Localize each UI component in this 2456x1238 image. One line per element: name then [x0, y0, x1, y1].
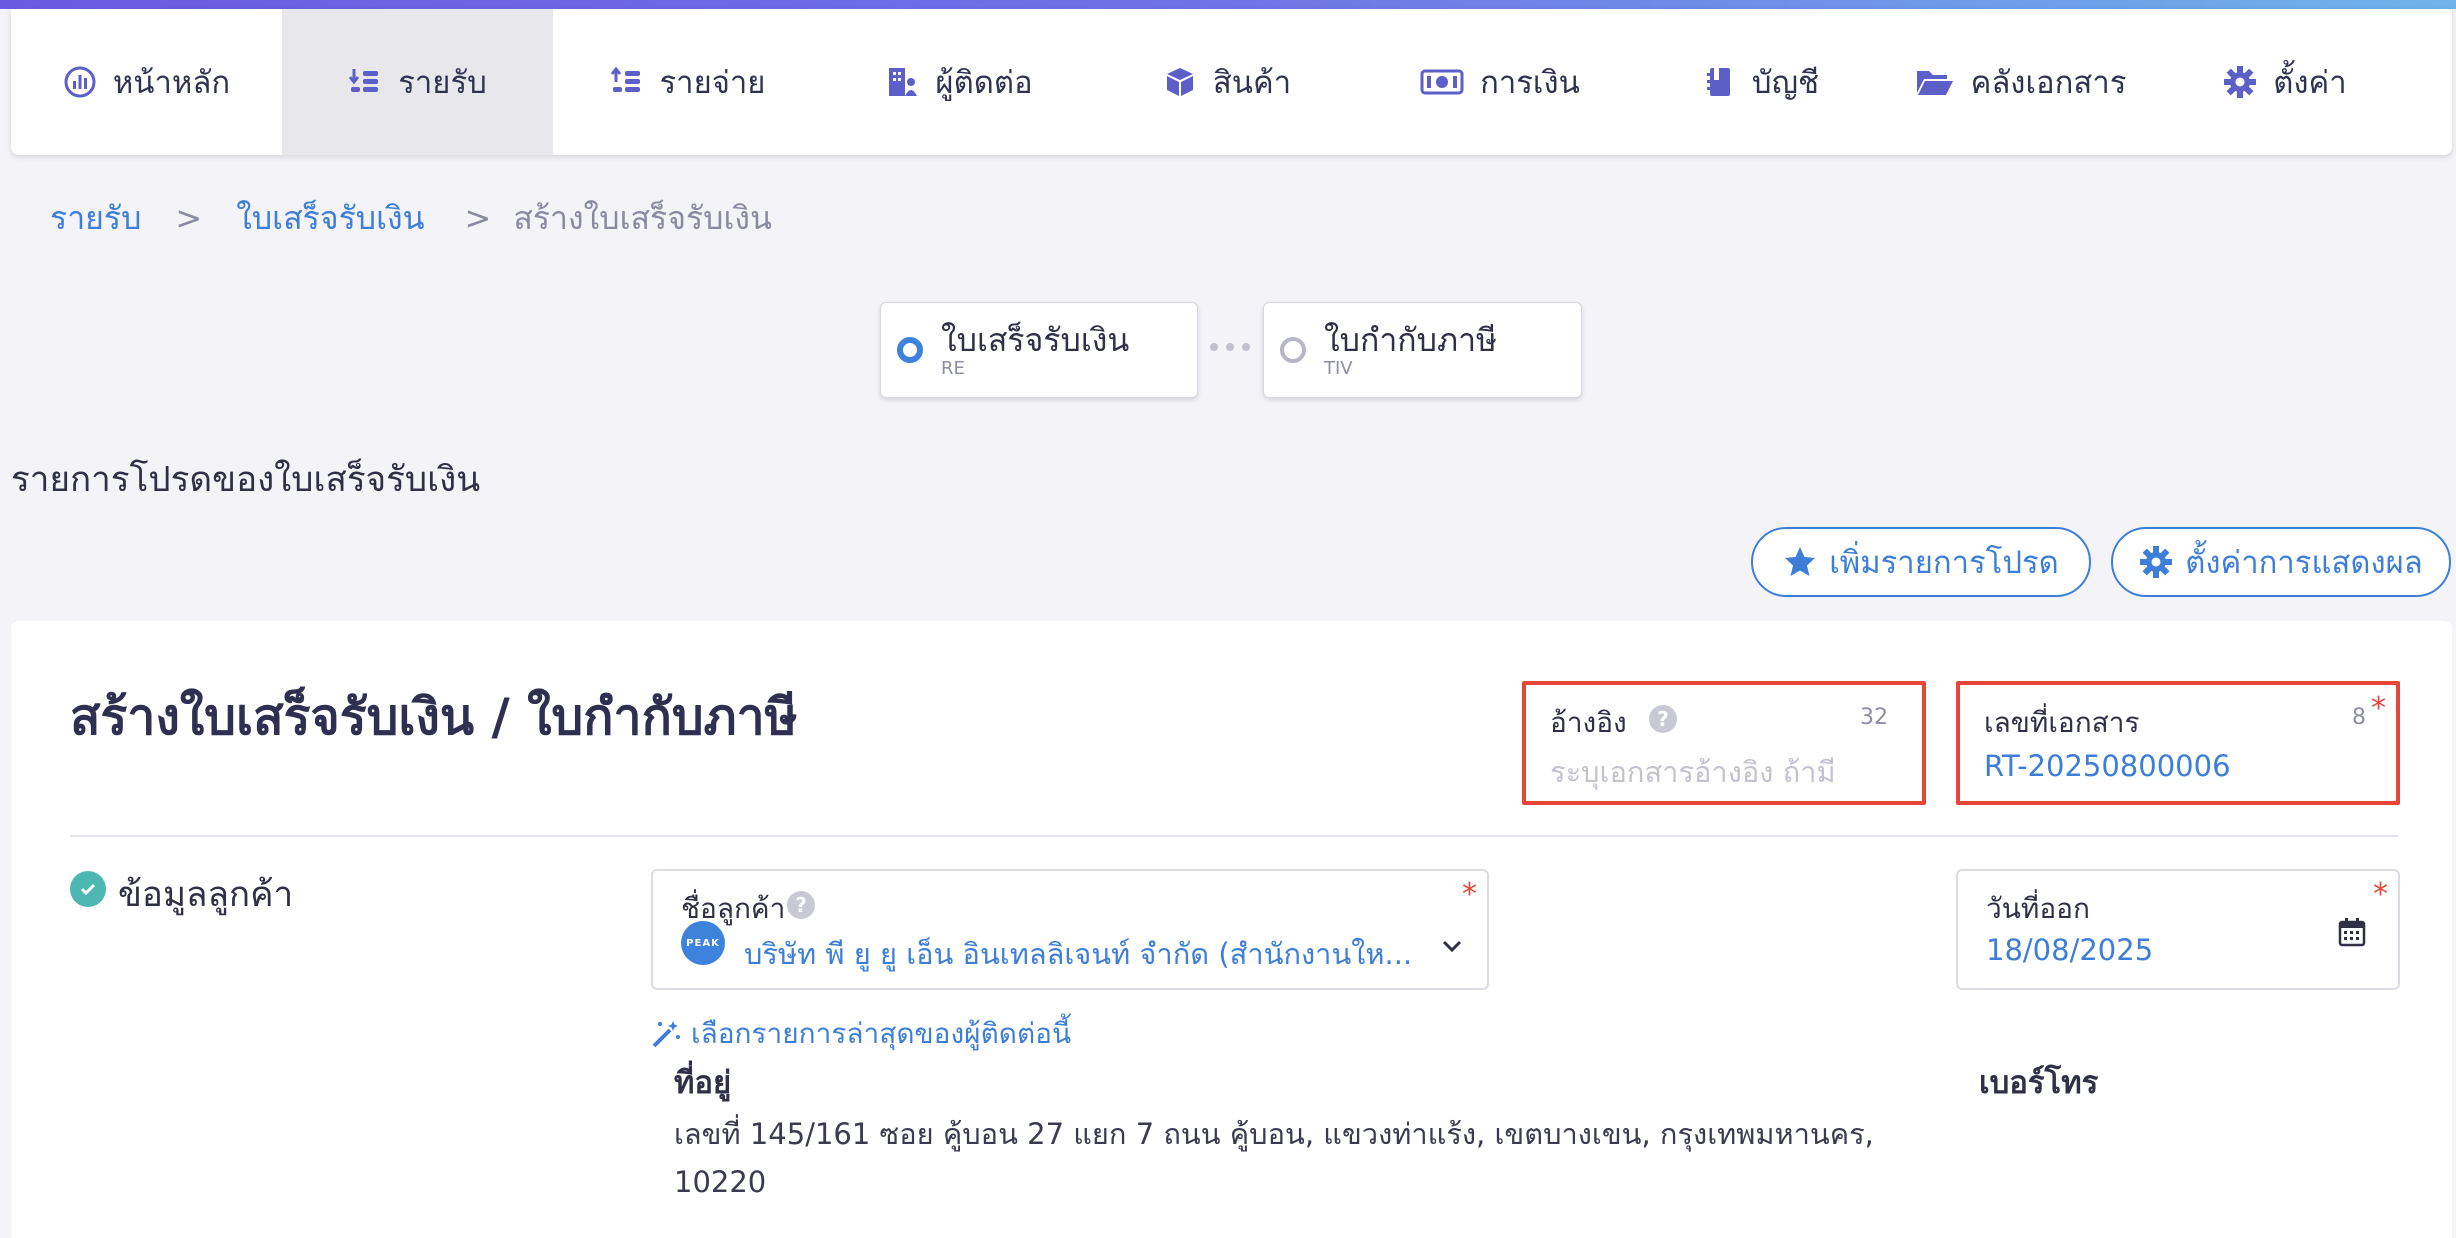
nav-item-label: รายจ่าย	[659, 65, 766, 101]
address-line-2: 10220	[674, 1165, 767, 1199]
breadcrumb: รายรับ > ใบเสร็จรับเงิน > สร้างใบเสร็จรั…	[50, 196, 772, 240]
issue-date-field[interactable]: วันที่ออก * 18/08/2025	[1956, 869, 2400, 990]
doc-step-name: ใบเสร็จรับเงิน	[941, 321, 1130, 359]
document-number-label: เลขที่เอกสาร	[1984, 706, 2140, 739]
favorites-title: รายการโปรดของใบเสร็จรับเงิน	[11, 460, 481, 500]
nav-item-expense[interactable]: รายจ่าย	[553, 9, 822, 155]
nav-item-label: สินค้า	[1212, 65, 1292, 101]
radio-selected-icon	[897, 337, 923, 363]
display-settings-label: ตั้งค่าการแสดงผล	[2185, 545, 2423, 581]
check-circle-icon	[70, 871, 106, 907]
nav-item-documents[interactable]: คลังเอกสาร	[1879, 9, 2162, 155]
breadcrumb-current: สร้างใบเสร็จรับเงิน	[513, 198, 772, 237]
doc-step-name: ใบกำกับภาษี	[1324, 321, 1498, 359]
customer-section-title: ข้อมูลลูกค้า	[118, 875, 294, 915]
reference-field[interactable]: อ้างอิง ? 32 ระบุเอกสารอ้างอิง ถ้ามี	[1522, 681, 1926, 805]
customer-name-field[interactable]: ชื่อลูกค้า ? * PEAK บริษัท พี ยู ยู เอ็น…	[651, 869, 1489, 990]
dashboard-gauge-icon	[63, 65, 97, 99]
expense-coins-icon	[610, 65, 644, 99]
doc-step-code: RE	[941, 358, 965, 379]
contacts-building-icon	[885, 65, 919, 99]
address-label: ที่อยู่	[674, 1065, 732, 1101]
nav-item-finance[interactable]: การเงิน	[1358, 9, 1642, 155]
breadcrumb-separator: >	[175, 199, 203, 237]
nav-item-label: ตั้งค่า	[2273, 65, 2347, 101]
nav-item-label: การเงิน	[1480, 65, 1580, 101]
nav-item-settings[interactable]: ตั้งค่า	[2162, 9, 2408, 155]
step-connector-dots	[1210, 343, 1250, 351]
breadcrumb-income[interactable]: รายรับ	[50, 193, 141, 244]
nav-item-label: บัญชี	[1751, 65, 1820, 101]
gear-icon	[2223, 65, 2257, 99]
help-icon[interactable]: ?	[1649, 705, 1677, 733]
chevron-down-icon[interactable]	[1439, 933, 1465, 959]
main-navbar: หน้าหลัก รายรับ รายจ่าย ผู้ติดต่อ สินค้า…	[11, 9, 2452, 155]
add-favorite-button[interactable]: เพิ่มรายการโปรด	[1751, 527, 2091, 597]
money-bill-icon	[1420, 65, 1464, 99]
nav-item-home[interactable]: หน้าหลัก	[11, 9, 282, 155]
customer-name-select[interactable]: บริษัท พี ยู ยู เอ็น อินเทลลิเจนท์ จำกัด…	[744, 931, 1414, 977]
address-line-1: เลขที่ 145/161 ซอย คู้บอน 27 แยก 7 ถนน ค…	[674, 1117, 1874, 1151]
breadcrumb-receipts[interactable]: ใบเสร็จรับเงิน	[236, 193, 424, 244]
required-marker: *	[1462, 877, 1477, 912]
customer-logo: PEAK	[681, 921, 725, 965]
reference-input[interactable]: ระบุเอกสารอ้างอิง ถ้ามี	[1550, 749, 1836, 795]
breadcrumb-separator: >	[464, 199, 492, 237]
add-favorite-label: เพิ่มรายการโปรด	[1829, 545, 2059, 581]
issue-date-label: วันที่ออก	[1986, 892, 2090, 925]
nav-item-accounting[interactable]: บัญชี	[1642, 9, 1879, 155]
nav-item-label: ผู้ติดต่อ	[935, 65, 1033, 101]
required-marker: *	[2371, 691, 2386, 726]
radio-unselected-icon	[1280, 337, 1306, 363]
nav-item-label: หน้าหลัก	[112, 65, 231, 101]
nav-item-income[interactable]: รายรับ	[282, 9, 553, 155]
nav-item-label: รายรับ	[398, 65, 487, 101]
select-latest-contact-link[interactable]: เลือกรายการล่าสุดของผู้ติดต่อนี้	[651, 1012, 1071, 1056]
doc-step-code: TIV	[1324, 358, 1353, 379]
doc-step-receipt[interactable]: ใบเสร็จรับเงิน RE	[880, 302, 1198, 398]
star-icon	[1785, 547, 1816, 576]
phone-label: เบอร์โทร	[1979, 1065, 2099, 1101]
receipt-form-card: สร้างใบเสร็จรับเงิน / ใบกำกับภาษี อ้างอิ…	[11, 621, 2452, 1238]
section-divider	[70, 835, 2398, 837]
nav-item-label: คลังเอกสาร	[1970, 65, 2127, 101]
top-accent-bar	[0, 0, 2456, 9]
display-settings-button[interactable]: ตั้งค่าการแสดงผล	[2111, 527, 2451, 597]
account-book-icon	[1702, 65, 1736, 99]
help-icon[interactable]: ?	[787, 891, 815, 919]
issue-date-input[interactable]: 18/08/2025	[1986, 933, 2153, 967]
income-coins-icon	[348, 65, 382, 99]
select-latest-contact-label: เลือกรายการล่าสุดของผู้ติดต่อนี้	[691, 1017, 1072, 1050]
address-text: เลขที่ 145/161 ซอย คู้บอน 27 แยก 7 ถนน ค…	[674, 1110, 1874, 1206]
required-marker: *	[2373, 877, 2388, 912]
reference-label: อ้างอิง	[1550, 706, 1627, 739]
page-title: สร้างใบเสร็จรับเงิน / ใบกำกับภาษี	[70, 688, 798, 746]
folder-open-icon	[1915, 65, 1955, 99]
document-number-field[interactable]: เลขที่เอกสาร 8 * RT-20250800006	[1956, 681, 2400, 805]
document-number-input[interactable]: RT-20250800006	[1984, 749, 2231, 783]
calendar-icon[interactable]	[2338, 917, 2366, 947]
nav-item-contacts[interactable]: ผู้ติดต่อ	[822, 9, 1096, 155]
doc-step-tax-invoice[interactable]: ใบกำกับภาษี TIV	[1263, 302, 1582, 398]
reference-char-limit: 32	[1860, 705, 1888, 730]
nav-item-products[interactable]: สินค้า	[1096, 9, 1358, 155]
document-number-char-limit: 8	[2352, 705, 2366, 730]
product-box-icon	[1163, 65, 1197, 99]
gear-icon	[2140, 546, 2173, 578]
magic-wand-icon	[652, 1021, 680, 1048]
